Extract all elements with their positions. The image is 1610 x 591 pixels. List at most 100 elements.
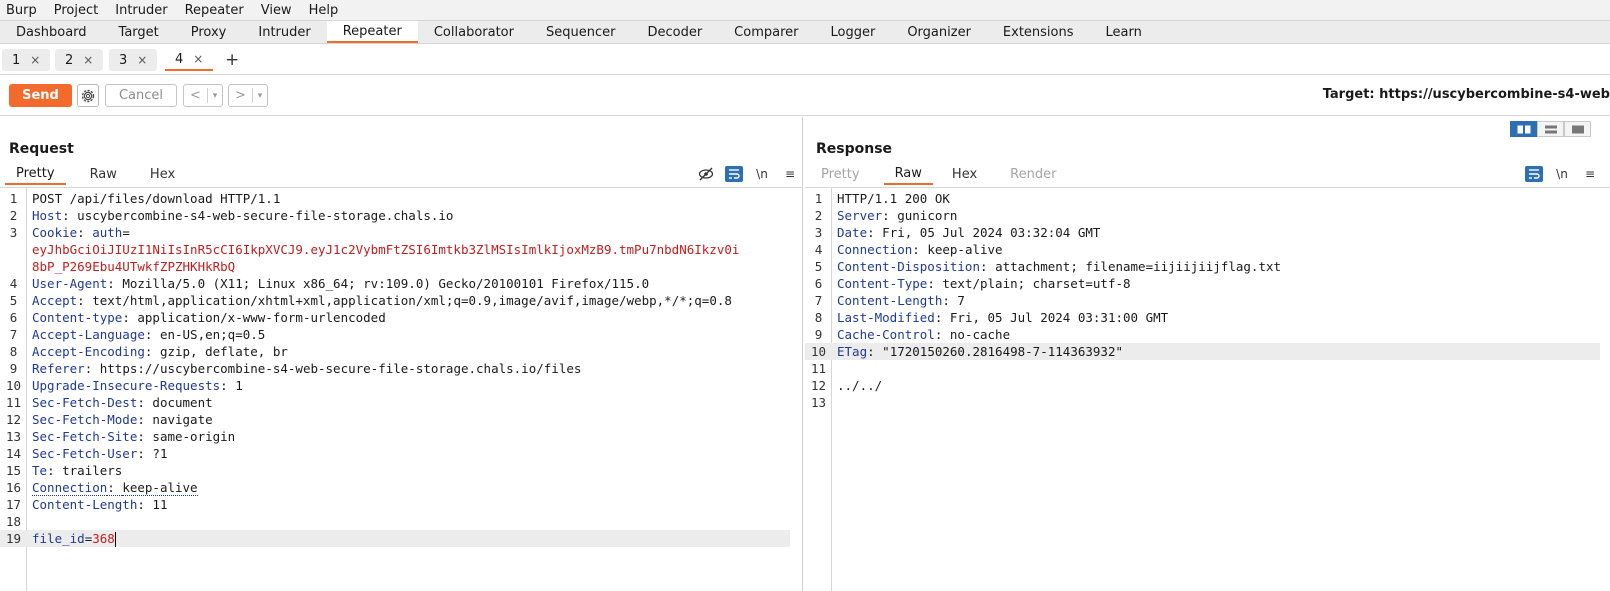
tab-pretty[interactable]: Pretty: [5, 163, 66, 185]
settings-button[interactable]: [77, 84, 99, 107]
layout-toggle: [1510, 121, 1591, 137]
header-value: attachment; filename=iijiijiijflag.txt: [995, 259, 1282, 274]
line-number: 10: [810, 344, 827, 359]
header-name: Content-Length: [837, 293, 943, 308]
header-separator: :: [137, 412, 153, 427]
repeater-tab-1[interactable]: 1 ×: [2, 49, 51, 71]
tab-repeater[interactable]: Repeater: [326, 21, 418, 43]
header-separator: :: [137, 497, 153, 512]
line-number: 18: [5, 514, 22, 529]
request-line: 6 Content-type: application/x-www-form-ur…: [0, 309, 790, 326]
hide-icon[interactable]: [697, 166, 715, 182]
forward-button[interactable]: > ▾: [228, 84, 268, 107]
request-line: 12 Sec-Fetch-Mode: navigate: [0, 411, 790, 428]
tab-pretty[interactable]: Pretty: [810, 163, 871, 185]
layout-tabs-icon[interactable]: [1564, 121, 1591, 137]
line-number: 2: [814, 208, 823, 223]
line-number: 3: [9, 225, 18, 240]
tab-extensions[interactable]: Extensions: [987, 21, 1090, 43]
response-line: 12 ../../: [805, 377, 1600, 394]
layout-side-by-side-icon[interactable]: [1510, 121, 1537, 137]
newline-icon[interactable]: \n: [1553, 166, 1571, 182]
tab-raw[interactable]: Raw: [66, 163, 128, 185]
tab-organizer[interactable]: Organizer: [891, 21, 987, 43]
header-name: Referer: [32, 361, 85, 376]
close-icon[interactable]: ×: [30, 53, 40, 67]
line-number: 15: [5, 463, 22, 478]
header-name: Sec-Fetch-Mode: [32, 412, 138, 427]
header-name: Content-Length: [32, 497, 138, 512]
menu-burp[interactable]: Burp: [6, 3, 37, 18]
menu-intruder[interactable]: Intruder: [115, 3, 167, 18]
header-name: Accept-Encoding: [32, 344, 145, 359]
tab-sequencer[interactable]: Sequencer: [530, 21, 631, 43]
tab-learn[interactable]: Learn: [1090, 21, 1158, 43]
header-name: Accept: [32, 293, 78, 308]
back-button[interactable]: < ▾: [183, 84, 223, 107]
newline-icon[interactable]: \n: [753, 166, 771, 182]
chevron-down-icon[interactable]: ▾: [208, 91, 222, 101]
tab-logger[interactable]: Logger: [815, 21, 892, 43]
close-icon[interactable]: ×: [83, 53, 93, 67]
line-number: 4: [9, 276, 18, 291]
cancel-button[interactable]: Cancel: [105, 84, 177, 107]
line-number: 17: [5, 497, 22, 512]
repeater-tab-3[interactable]: 3 ×: [109, 49, 158, 71]
layout-stacked-icon[interactable]: [1537, 121, 1564, 137]
menu-icon[interactable]: ≡: [1581, 166, 1599, 182]
send-button[interactable]: Send: [9, 84, 72, 107]
line-number: 6: [9, 310, 18, 325]
repeater-tab-4[interactable]: 4 ×: [165, 49, 214, 71]
tab-proxy[interactable]: Proxy: [175, 21, 243, 43]
response-line-text: HTTP/1.1 200 OK: [837, 191, 950, 206]
menu-icon[interactable]: ≡: [781, 166, 799, 182]
header-separator: :: [137, 429, 153, 444]
tab-render[interactable]: Render: [988, 163, 1067, 185]
response-line: 1 HTTP/1.1 200 OK: [805, 190, 1600, 207]
tab-collaborator[interactable]: Collaborator: [418, 21, 530, 43]
response-view-tabs: Pretty Raw Hex Render: [810, 163, 1067, 185]
response-panel: Response Pretty Raw Hex Render \n ≡ 1 HTT…: [805, 117, 1610, 591]
chevron-down-icon[interactable]: ▾: [253, 91, 267, 101]
header-value: keep-alive: [122, 480, 198, 496]
tab-decoder[interactable]: Decoder: [631, 21, 718, 43]
line-number: 12: [5, 412, 22, 427]
header-value: gunicorn: [897, 208, 958, 223]
tab-target[interactable]: Target: [103, 21, 175, 43]
request-line-text: POST /api/files/download HTTP/1.1: [32, 191, 281, 206]
header-name: Sec-Fetch-User: [32, 446, 138, 461]
tab-hex[interactable]: Hex: [128, 163, 186, 185]
header-separator: :: [912, 242, 928, 257]
repeater-tab-2[interactable]: 2 ×: [55, 49, 104, 71]
cookie-value: eyJhbGciOiJIUzI1NiIsInR5cCI6IkpXVCJ9.eyJ…: [32, 242, 740, 257]
tab-raw[interactable]: Raw: [883, 163, 933, 185]
tab-hex[interactable]: Hex: [933, 163, 988, 185]
menu-help[interactable]: Help: [309, 3, 339, 18]
add-tab-icon[interactable]: +: [225, 50, 239, 70]
header-value: 11: [152, 497, 168, 512]
response-title: Response: [816, 141, 893, 157]
response-editor[interactable]: 1 HTTP/1.1 200 OK 2 Server: gunicorn 3 Date…: [805, 187, 1610, 591]
tab-comparer[interactable]: Comparer: [718, 21, 814, 43]
line-number: 19: [5, 531, 22, 546]
target-label[interactable]: Target: https://uscybercombine-s4-web: [1323, 87, 1610, 102]
cookie-equals: =: [122, 225, 130, 240]
header-name: Host: [32, 208, 63, 223]
tab-dashboard[interactable]: Dashboard: [0, 21, 103, 43]
tab-intruder[interactable]: Intruder: [242, 21, 326, 43]
header-separator: :: [77, 225, 93, 240]
close-icon[interactable]: ×: [137, 53, 147, 67]
menu-project[interactable]: Project: [54, 3, 98, 18]
request-line: 9 Referer: https://uscybercombine-s4-web-…: [0, 360, 790, 377]
wrap-lines-icon[interactable]: [1525, 166, 1543, 182]
chevron-left-icon: <: [184, 88, 208, 103]
header-separator: :: [144, 344, 160, 359]
menu-view[interactable]: View: [261, 3, 292, 18]
close-icon[interactable]: ×: [193, 52, 203, 66]
line-number: 14: [5, 446, 22, 461]
line-number: 11: [5, 395, 22, 410]
menu-repeater[interactable]: Repeater: [185, 3, 244, 18]
request-editor[interactable]: 1 POST /api/files/download HTTP/1.1 2 Host…: [0, 187, 802, 591]
wrap-lines-icon[interactable]: [725, 166, 743, 182]
request-line: 7 Accept-Language: en-US,en;q=0.5: [0, 326, 790, 343]
